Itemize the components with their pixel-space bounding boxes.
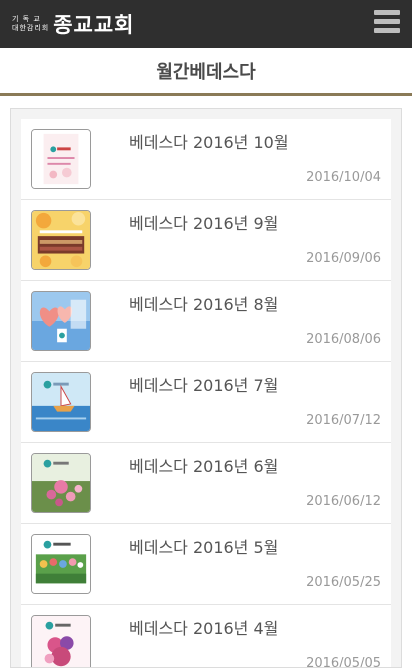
hamburger-icon-bar (374, 10, 400, 15)
issue-cover-thumbnail[interactable] (31, 615, 91, 667)
issue-title[interactable]: 베데스다 2016년 9월 (129, 210, 278, 234)
issue-cover-thumbnail[interactable] (31, 210, 91, 270)
top-bar: 기 독 교 대한감리회 종교교회 (0, 0, 412, 48)
issue-title[interactable]: 베데스다 2016년 10월 (129, 129, 289, 153)
issue-date: 2016/07/12 (306, 413, 381, 428)
issue-list-item[interactable]: 베데스다 2016년 8월 2016/08/06 (21, 281, 391, 362)
logo-church-name: 종교교회 (53, 12, 135, 37)
logo-denomination: 기 독 교 대한감리회 (12, 15, 49, 33)
church-logo[interactable]: 기 독 교 대한감리회 종교교회 (12, 9, 134, 39)
issue-title[interactable]: 베데스다 2016년 5월 (129, 534, 278, 558)
issue-list-item[interactable]: 베데스다 2016년 4월 2016/05/05 (21, 605, 391, 668)
issue-title[interactable]: 베데스다 2016년 7월 (129, 372, 278, 396)
issue-list-item[interactable]: 베데스다 2016년 6월 2016/06/12 (21, 443, 391, 524)
issue-cover-thumbnail[interactable] (31, 291, 91, 351)
issue-title[interactable]: 베데스다 2016년 4월 (129, 615, 278, 639)
page-title-bar: 월간베데스다 (0, 48, 412, 96)
issue-date: 2016/09/06 (306, 251, 381, 266)
logo-small-line2: 대한감리회 (12, 24, 50, 32)
issue-cover-thumbnail[interactable] (31, 372, 91, 432)
issue-date: 2016/08/06 (306, 332, 381, 347)
issue-title[interactable]: 베데스다 2016년 8월 (129, 291, 278, 315)
logo-small-line1: 기 독 교 (12, 15, 41, 23)
issue-date: 2016/10/04 (306, 170, 381, 185)
issue-date: 2016/06/12 (306, 494, 381, 509)
issue-list-item[interactable]: 베데스다 2016년 7월 2016/07/12 (21, 362, 391, 443)
issue-cover-thumbnail[interactable] (31, 453, 91, 513)
issue-cover-thumbnail[interactable] (31, 534, 91, 594)
hamburger-icon-bar (374, 19, 400, 24)
issue-list-item[interactable]: 베데스다 2016년 5월 2016/05/25 (21, 524, 391, 605)
issue-cover-thumbnail[interactable] (31, 129, 91, 189)
issue-list: 베데스다 2016년 10월 2016/10/04 베데스다 2016년 9월 … (10, 108, 402, 668)
hamburger-menu-button[interactable] (374, 10, 400, 38)
issue-date: 2016/05/05 (306, 656, 381, 668)
issue-list-item[interactable]: 베데스다 2016년 10월 2016/10/04 (21, 119, 391, 200)
issue-list-item[interactable]: 베데스다 2016년 9월 2016/09/06 (21, 200, 391, 281)
issue-date: 2016/05/25 (306, 575, 381, 590)
issue-title[interactable]: 베데스다 2016년 6월 (129, 453, 278, 477)
hamburger-icon-bar (374, 28, 400, 33)
page-title: 월간베데스다 (156, 61, 256, 83)
